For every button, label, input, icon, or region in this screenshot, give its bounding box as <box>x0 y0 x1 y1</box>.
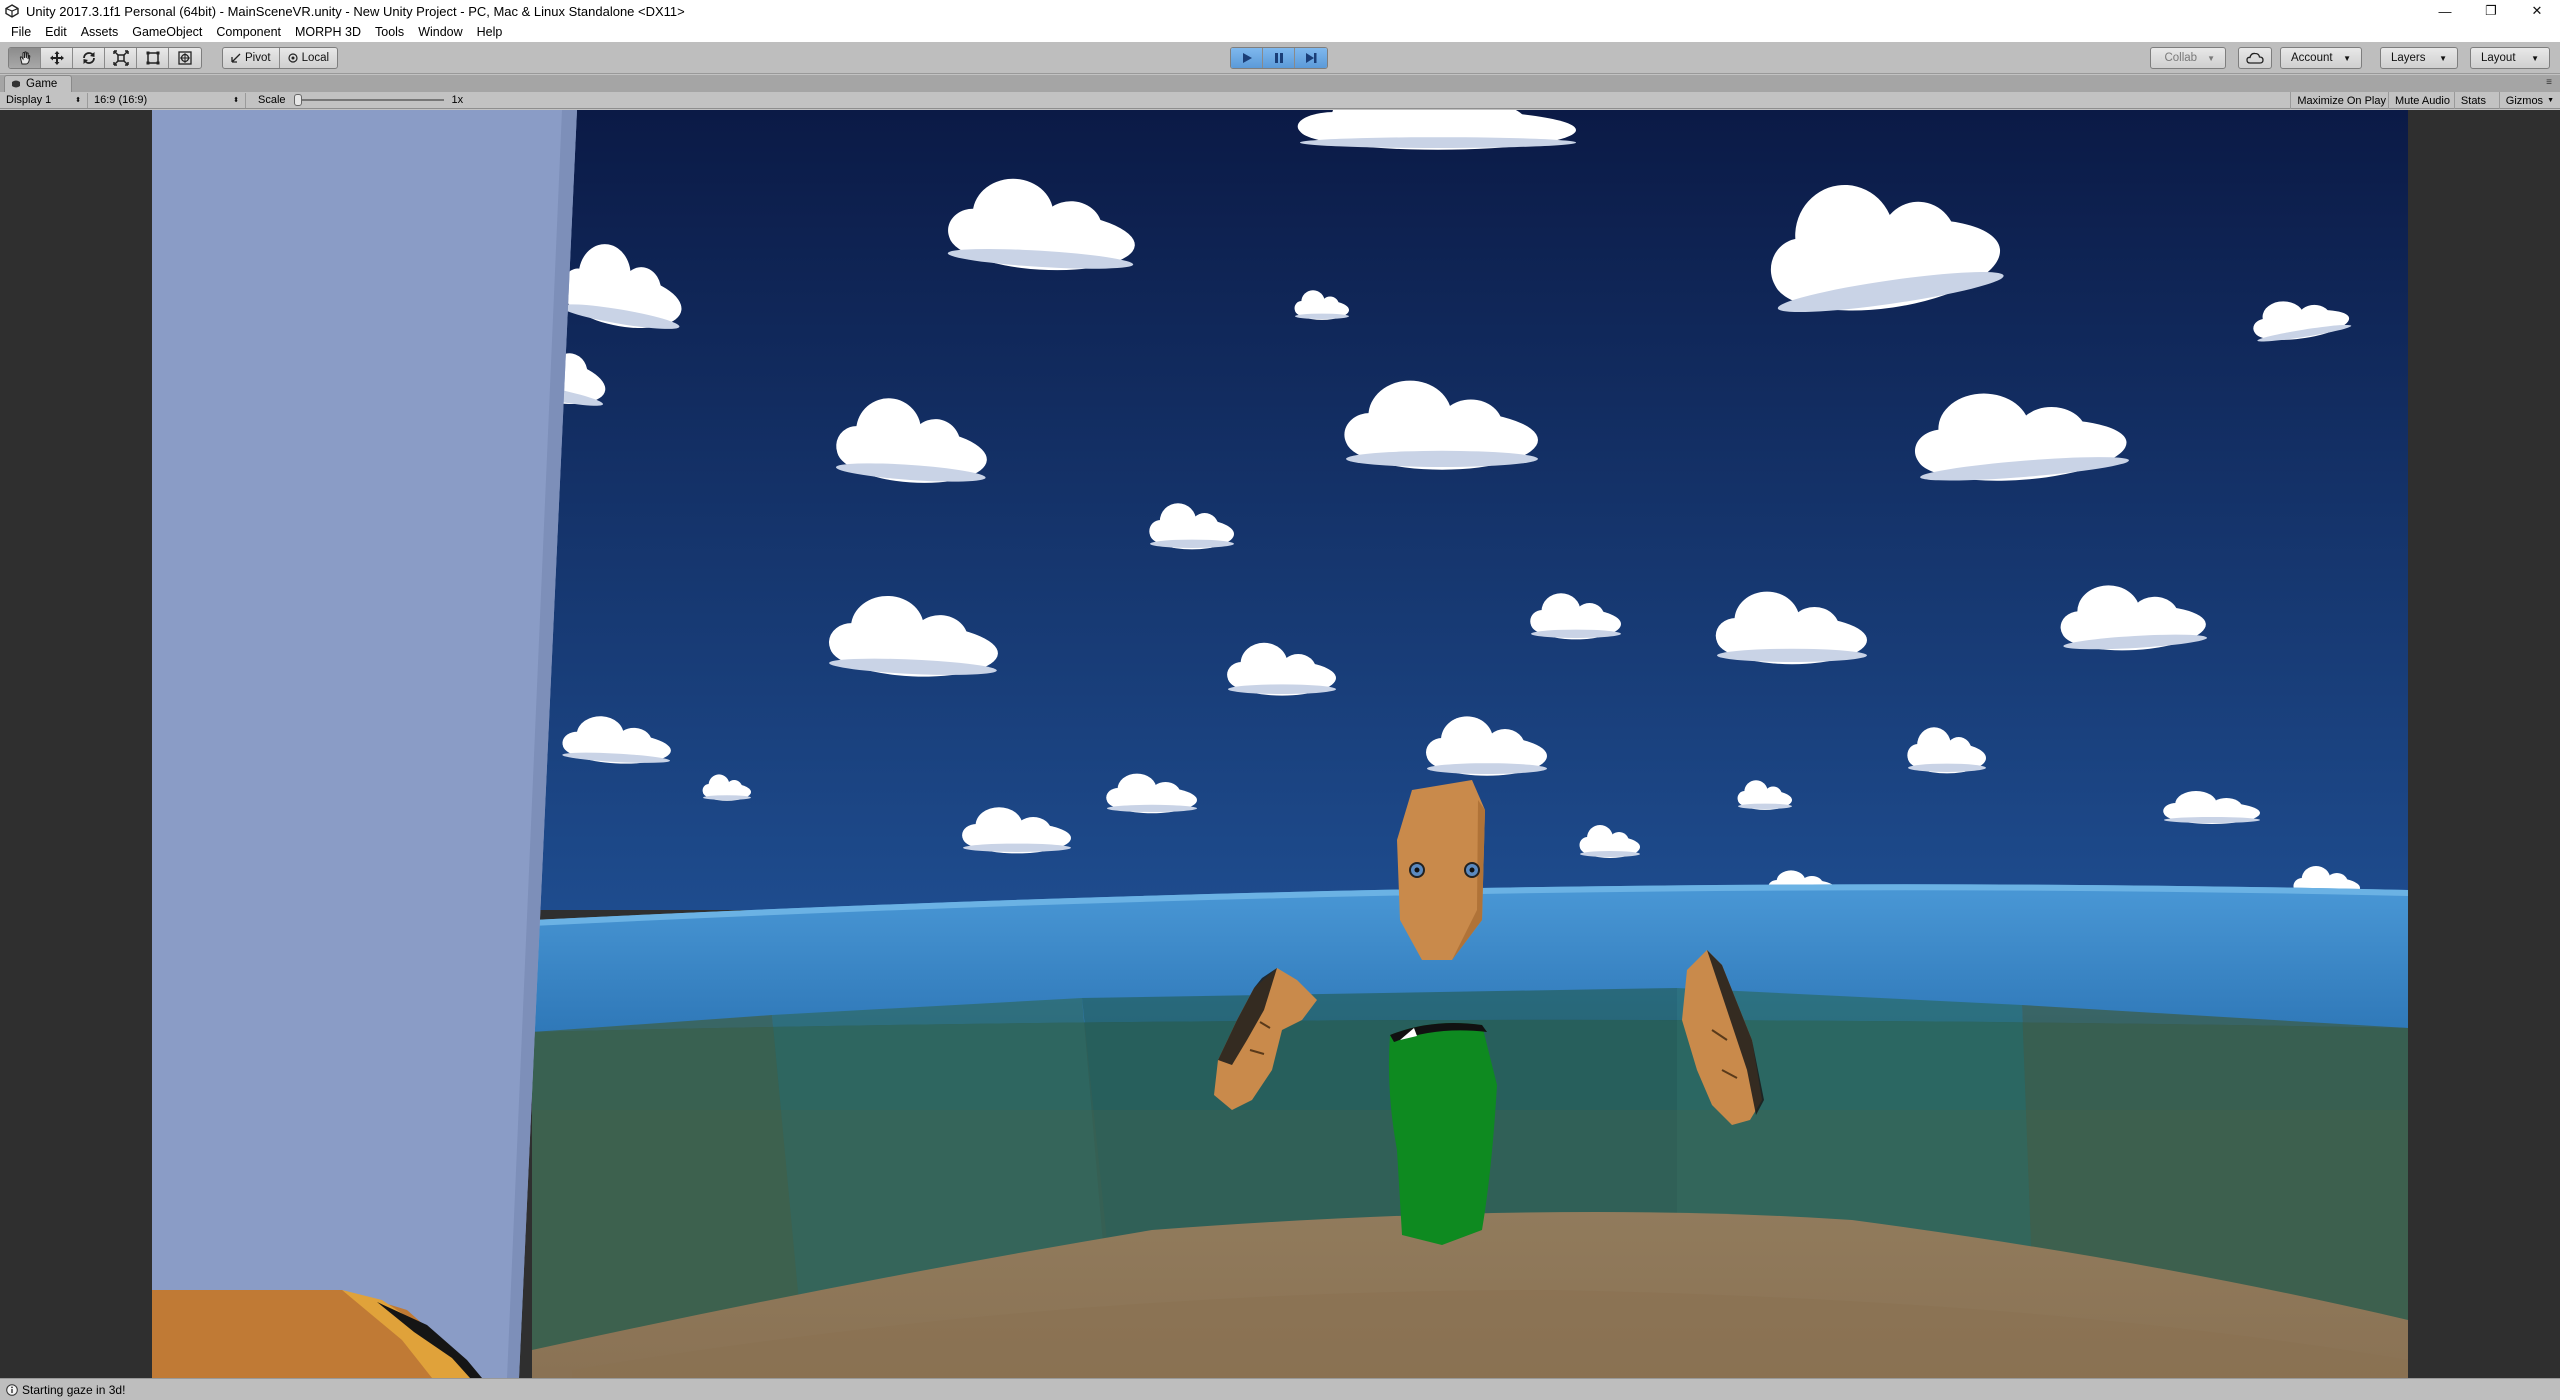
game-view-toolbar: Display 1 ⬍ 16:9 (16:9) ⬍ Scale 1x Maxim… <box>0 92 2560 109</box>
cloud-icon <box>2246 52 2264 64</box>
restore-button[interactable]: ❐ <box>2468 0 2514 22</box>
play-icon <box>1242 53 1252 63</box>
display-dropdown[interactable]: Display 1 ⬍ <box>0 92 88 108</box>
menu-window[interactable]: Window <box>411 22 469 42</box>
title-bar: Unity 2017.3.1f1 Personal (64bit) - Main… <box>0 0 2560 22</box>
stats-toggle[interactable]: Stats <box>2453 92 2492 109</box>
rotate-tool-button[interactable] <box>73 48 105 68</box>
menu-assets[interactable]: Assets <box>74 22 126 42</box>
account-label: Account <box>2291 52 2333 64</box>
rotate-icon <box>82 52 95 64</box>
transform-tool-button[interactable] <box>169 48 201 68</box>
local-icon <box>287 53 298 63</box>
menu-tools[interactable]: Tools <box>368 22 411 42</box>
tab-menu-icon[interactable]: ≡ <box>2546 77 2552 88</box>
maximize-on-play-label: Maximize On Play <box>2297 94 2386 107</box>
game-view-icon <box>12 80 20 88</box>
aspect-label: 16:9 (16:9) <box>94 94 148 106</box>
cloud-button[interactable] <box>2238 47 2272 69</box>
pivot-label: Pivot <box>245 52 271 64</box>
rect-tool-button[interactable] <box>137 48 169 68</box>
menu-file[interactable]: File <box>4 22 38 42</box>
main-toolbar: Pivot Local Collab ▼ Account ▼ Layers ▼ … <box>0 42 2560 74</box>
collab-label: Collab <box>2164 52 2198 64</box>
step-button[interactable] <box>1295 48 1327 68</box>
hand-icon <box>19 51 30 65</box>
chevron-updown-icon: ⬍ <box>233 97 239 104</box>
hand-tool-button[interactable] <box>9 48 41 68</box>
step-icon <box>1306 53 1317 63</box>
scale-icon <box>112 50 129 66</box>
menu-gameobject[interactable]: GameObject <box>125 22 209 42</box>
transform-tools <box>8 47 202 69</box>
aspect-dropdown[interactable]: 16:9 (16:9) ⬍ <box>88 92 246 108</box>
close-button[interactable]: ✕ <box>2514 0 2560 22</box>
pause-button[interactable] <box>1263 48 1295 68</box>
game-render <box>152 110 2408 1378</box>
scale-value: 1x <box>451 94 464 106</box>
layout-dropdown[interactable]: Layout ▼ <box>2470 47 2550 69</box>
play-button[interactable] <box>1231 48 1263 68</box>
status-message: Starting gaze in 3d! <box>22 1382 126 1397</box>
game-viewport[interactable] <box>0 110 2560 1378</box>
move-tool-button[interactable] <box>41 48 73 68</box>
tab-game-label: Game <box>26 78 58 90</box>
rect-icon <box>146 51 159 65</box>
play-controls <box>1230 47 1328 69</box>
pivot-button[interactable]: Pivot <box>223 48 280 68</box>
menu-edit[interactable]: Edit <box>38 22 74 42</box>
layers-label: Layers <box>2391 52 2426 64</box>
tab-game[interactable]: Game <box>4 75 73 92</box>
scale-tool-button[interactable] <box>105 48 137 68</box>
gizmos-dropdown[interactable]: Gizmos ▼ <box>2498 92 2560 109</box>
move-icon <box>49 51 64 65</box>
scale-slider-handle[interactable] <box>293 94 302 106</box>
mute-audio-label: Mute Audio <box>2394 94 2450 107</box>
local-button[interactable]: Local <box>280 48 337 68</box>
pause-icon <box>1274 53 1283 63</box>
layout-label: Layout <box>2481 52 2516 64</box>
scale-label: Scale <box>258 94 286 106</box>
info-icon <box>6 1383 18 1396</box>
collab-dropdown[interactable]: Collab ▼ <box>2150 47 2226 69</box>
window-title: Unity 2017.3.1f1 Personal (64bit) - Main… <box>26 3 685 19</box>
menu-bar: File Edit Assets GameObject Component MO… <box>0 22 2560 42</box>
display-label: Display 1 <box>6 94 52 106</box>
pivot-toggles: Pivot Local <box>222 47 339 69</box>
minimize-button[interactable]: — <box>2422 0 2468 22</box>
unity-logo-icon <box>4 3 20 19</box>
game-tab-header: Game ≡ <box>0 75 2560 92</box>
chevron-down-icon: ▼ <box>2531 53 2539 63</box>
layers-dropdown[interactable]: Layers ▼ <box>2380 47 2458 69</box>
menu-help[interactable]: Help <box>470 22 510 42</box>
scale-control: Scale 1x <box>246 94 463 106</box>
transform-icon <box>178 51 192 65</box>
menu-component[interactable]: Component <box>209 22 288 42</box>
chevron-down-icon: ▼ <box>2439 53 2447 63</box>
chevron-down-icon: ▼ <box>2343 53 2351 63</box>
left-pillar <box>152 110 577 1378</box>
avatar-torso <box>1388 1022 1497 1245</box>
status-bar: Starting gaze in 3d! <box>0 1378 2560 1400</box>
pivot-icon <box>231 53 241 63</box>
scale-slider[interactable] <box>293 94 444 106</box>
maximize-on-play-toggle[interactable]: Maximize On Play <box>2290 92 2392 109</box>
mute-audio-toggle[interactable]: Mute Audio <box>2387 92 2456 109</box>
stats-label: Stats <box>2460 94 2486 107</box>
local-label: Local <box>301 52 330 64</box>
chevron-down-icon: ▼ <box>2207 53 2215 63</box>
gizmos-label: Gizmos <box>2505 94 2544 107</box>
chevron-updown-icon: ⬍ <box>75 97 81 104</box>
chevron-down-icon: ▼ <box>2547 97 2554 104</box>
menu-morph3d[interactable]: MORPH 3D <box>288 22 368 42</box>
account-dropdown[interactable]: Account ▼ <box>2280 47 2362 69</box>
